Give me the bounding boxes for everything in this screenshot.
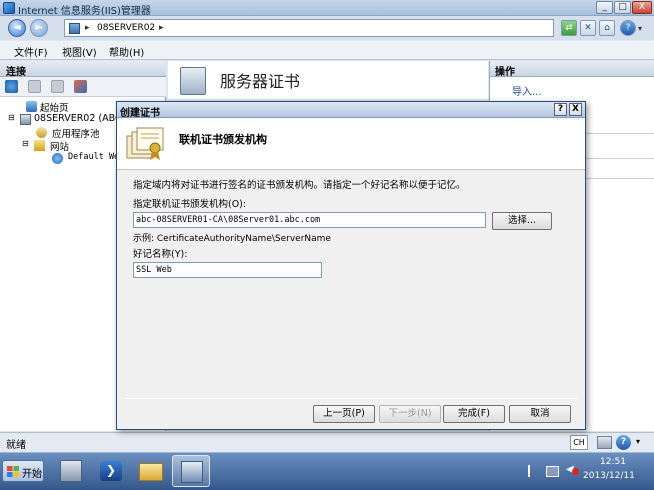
folder-icon: [139, 463, 163, 481]
friendly-name-label: 好记名称(Y):: [133, 249, 188, 260]
divider: [585, 158, 654, 159]
back-button[interactable]: ◄: [8, 19, 26, 37]
windows-logo-icon: [7, 466, 19, 477]
dialog-help-button[interactable]: ?: [554, 103, 567, 116]
tree-label: 08SERVER02 (ABC\: [34, 113, 125, 124]
taskbar-powershell[interactable]: ❯: [92, 455, 130, 487]
dialog-close-button[interactable]: X: [569, 103, 582, 116]
taskbar-explorer[interactable]: [132, 455, 170, 487]
example-text: 示例: CertificateAuthorityName\ServerName: [133, 234, 331, 244]
breadcrumb-separator: ▸: [159, 23, 164, 33]
address-breadcrumb[interactable]: ▸ 08SERVER02 ▸: [64, 19, 554, 37]
disconnect-icon[interactable]: [74, 80, 87, 93]
collapse-icon[interactable]: ⊟: [8, 113, 15, 122]
close-button[interactable]: X: [632, 1, 652, 14]
tree-label: 应用程序池: [52, 129, 100, 140]
taskbar: 开始 ❯ ◀: [0, 452, 654, 490]
menu-bar: 文件(F) 视图(V) 帮助(H): [0, 41, 654, 60]
status-bar: 就绪 CH ? ▾: [0, 432, 654, 452]
sites-folder-icon: [34, 140, 45, 151]
tree-label: Default We: [68, 152, 120, 162]
ca-input[interactable]: abc-08SERVER01-CA\08Server01.abc.com: [133, 212, 486, 228]
server-manager-icon: [60, 460, 82, 482]
next-button[interactable]: 下一步(N): [379, 405, 441, 423]
network-icon[interactable]: [546, 466, 559, 477]
clock-time[interactable]: 12:51: [600, 457, 626, 467]
forward-button[interactable]: ►: [30, 19, 48, 37]
create-certificate-dialog: 创建证书 ? X 联机证书颁发机构 指定域内将对证书进行签名的证书颁发机构。请指…: [116, 101, 586, 430]
keyboard-icon[interactable]: [597, 436, 612, 449]
friendly-name-input[interactable]: SSL Web: [133, 262, 322, 278]
address-bar-row: ◄ ► ▸ 08SERVER02 ▸ ⇄ ✕ ⌂ ? ▾: [0, 16, 654, 40]
minimize-button[interactable]: _: [596, 1, 613, 14]
tree-label: 网站: [50, 142, 70, 153]
ime-indicator[interactable]: CH: [570, 435, 588, 450]
powershell-icon: ❯: [100, 461, 122, 481]
dialog-banner: 联机证书颁发机构: [117, 118, 585, 170]
window-title: Internet 信息服务(IIS)管理器: [18, 6, 151, 17]
dialog-titlebar[interactable]: 创建证书 ? X: [117, 102, 585, 119]
divider: [125, 398, 577, 399]
center-content: 服务器证书: [168, 61, 488, 99]
page-title: 服务器证书: [220, 72, 301, 91]
connections-header: 连接: [0, 61, 166, 78]
server-certificates-icon: [180, 67, 206, 95]
menu-file[interactable]: 文件(F): [14, 44, 48, 59]
status-text: 就绪: [6, 440, 26, 451]
refresh-icon[interactable]: ⇄: [561, 20, 577, 36]
menu-help[interactable]: 帮助(H): [109, 44, 144, 59]
home-icon[interactable]: ⌂: [599, 20, 615, 36]
previous-button[interactable]: 上一页(P): [313, 405, 375, 423]
taskbar-iis-manager[interactable]: [172, 455, 210, 487]
restore-button[interactable]: □: [614, 1, 631, 14]
divider: [585, 178, 654, 179]
actions-header: 操作: [490, 61, 654, 78]
iis-manager-icon: [181, 461, 203, 483]
window-titlebar[interactable]: Internet 信息服务(IIS)管理器 _ □ X: [0, 0, 654, 17]
clock-date[interactable]: 2013/12/11: [583, 471, 635, 481]
connect-icon[interactable]: [5, 80, 18, 93]
dialog-title: 创建证书: [120, 108, 160, 119]
connections-toolbar: [0, 77, 166, 97]
tree-label: 起始页: [40, 103, 69, 114]
certificate-icon: [126, 127, 164, 160]
server-icon: [69, 23, 80, 34]
start-label: 开始: [22, 469, 42, 480]
website-globe-icon: [52, 153, 63, 164]
import-link[interactable]: 导入...: [512, 83, 542, 98]
finish-button[interactable]: 完成(F): [443, 405, 505, 423]
collapse-icon[interactable]: ⊟: [22, 139, 29, 148]
start-button[interactable]: 开始: [2, 460, 44, 482]
help-icon[interactable]: ?: [620, 20, 636, 36]
instruction-text: 指定域内将对证书进行签名的证书颁发机构。请指定一个好记名称以便于记忆。: [133, 180, 466, 191]
server-icon: [20, 114, 31, 125]
volume-muted-icon[interactable]: ◀: [566, 464, 579, 477]
action-center-flag-icon[interactable]: [528, 465, 538, 477]
start-page-icon: [26, 101, 37, 112]
help-dropdown-icon[interactable]: ▾: [638, 24, 642, 33]
breadcrumb-server[interactable]: 08SERVER02: [97, 23, 155, 33]
breadcrumb-separator: ▸: [85, 23, 90, 33]
help-icon[interactable]: ?: [616, 435, 631, 450]
save-icon[interactable]: [28, 80, 41, 93]
options-icon[interactable]: ▾: [636, 437, 640, 446]
divider: [585, 133, 654, 134]
cancel-button[interactable]: 取消: [509, 405, 571, 423]
menu-view[interactable]: 视图(V): [62, 44, 97, 59]
up-icon[interactable]: [51, 80, 64, 93]
ca-label: 指定联机证书颁发机构(O):: [133, 199, 247, 210]
taskbar-server-manager[interactable]: [52, 455, 90, 487]
banner-title: 联机证书颁发机构: [179, 133, 267, 146]
select-button[interactable]: 选择...: [492, 212, 552, 230]
iis-app-icon: [3, 2, 15, 14]
app-pool-icon: [36, 127, 47, 138]
stop-icon[interactable]: ✕: [580, 20, 596, 36]
